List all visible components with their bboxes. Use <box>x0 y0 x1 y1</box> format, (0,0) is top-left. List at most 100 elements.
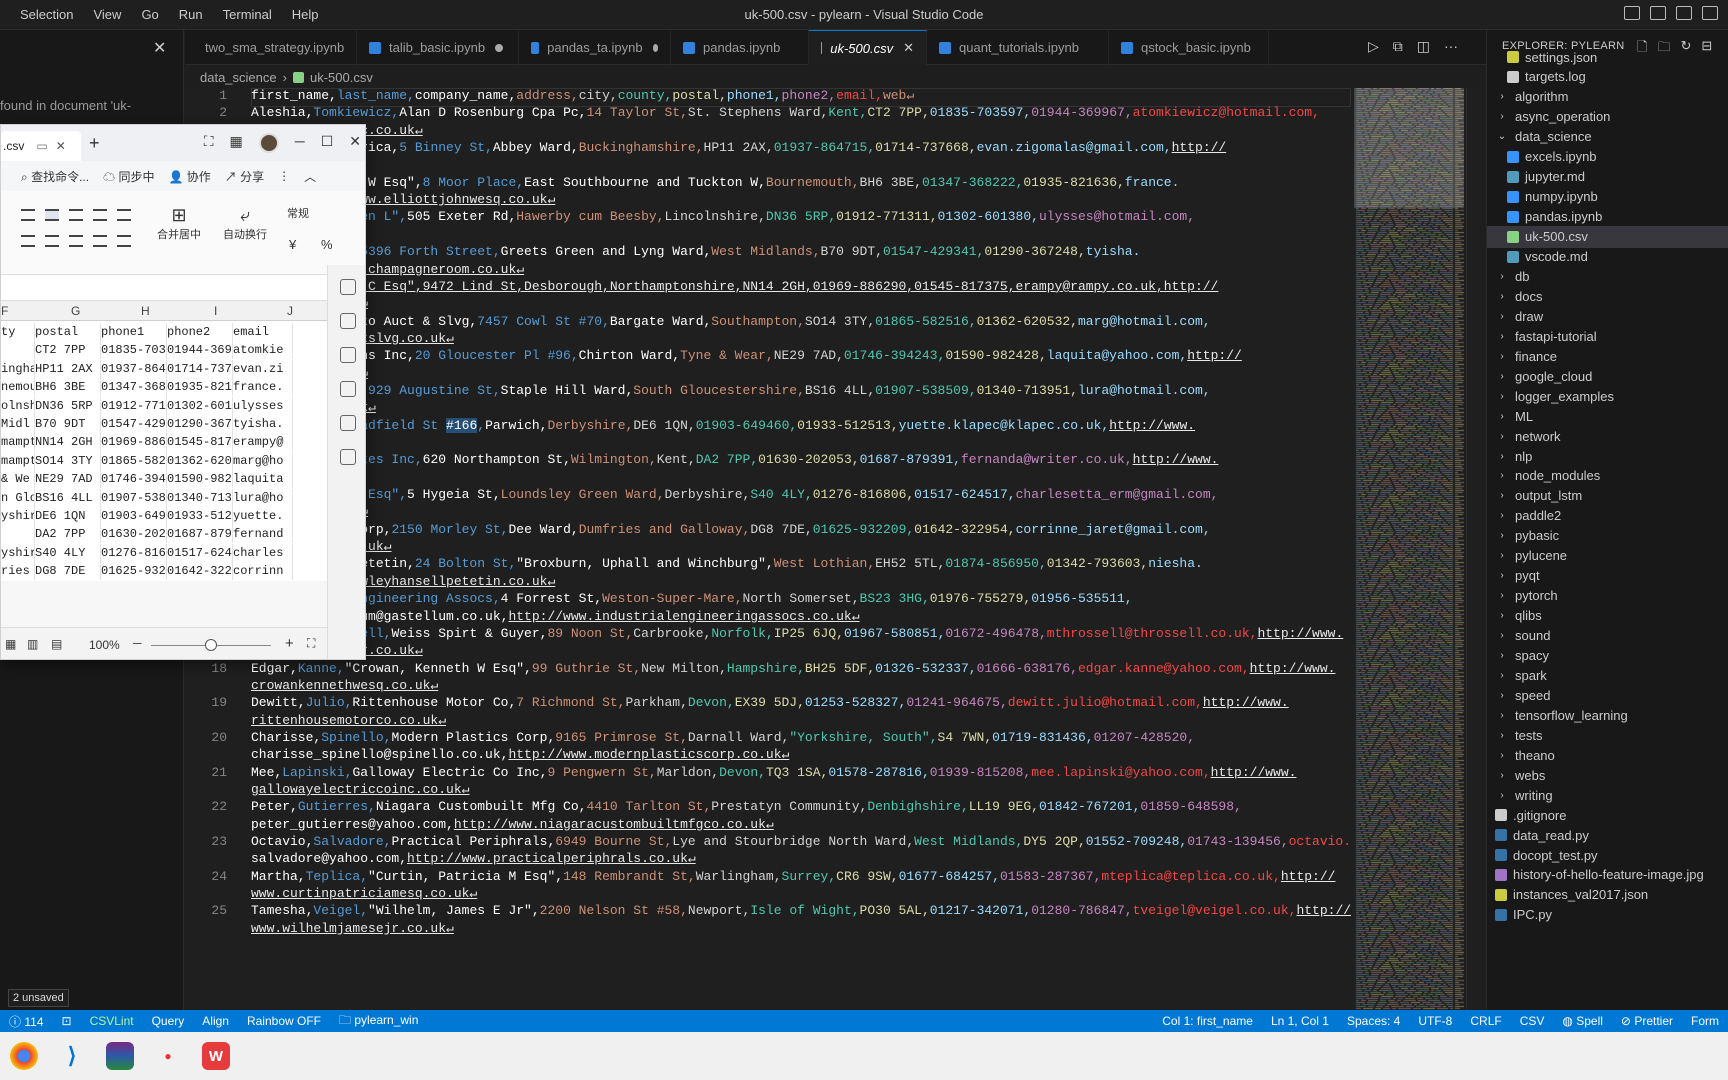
outdent-icon[interactable] <box>117 209 131 221</box>
align-left-icon[interactable] <box>21 235 35 247</box>
file-item[interactable]: uk-500.csv <box>1487 225 1728 248</box>
folder-item[interactable]: › google_cloud <box>1487 365 1728 387</box>
percent-button[interactable]: % <box>321 237 333 252</box>
code-line[interactable]: 22 Peter,Gutierres,Niagara Custombuilt Mf… <box>185 799 1353 818</box>
csvlint-item[interactable]: CSVLint <box>81 1014 143 1028</box>
table-cell[interactable]: 01687-879 <box>167 525 233 544</box>
folder-item[interactable]: › docs <box>1487 285 1728 307</box>
customize-layout-icon[interactable] <box>1702 6 1718 20</box>
file-item[interactable]: numpy.ipynb <box>1487 186 1728 208</box>
align-item[interactable]: Align <box>193 1014 238 1028</box>
menu-terminal[interactable]: Terminal <box>213 0 282 30</box>
code-line[interactable]: www.curtinpatriciamesq.co.uk↵ <box>185 886 1353 905</box>
table-cell[interactable]: 01912-771 <box>101 396 167 415</box>
split-editor-icon[interactable]: ◫ <box>1417 38 1430 55</box>
table-cell[interactable]: 01340-713 <box>167 488 233 507</box>
table-cell[interactable]: SO14 3TY <box>35 451 101 470</box>
folder-item[interactable]: › pylucene <box>1487 545 1728 567</box>
table-cell[interactable]: DN36 5RP <box>35 396 101 415</box>
line-ending[interactable]: CRLF <box>1461 1014 1510 1028</box>
open-changes-icon[interactable]: ⧉ <box>1393 38 1403 55</box>
code-line[interactable]: 24 Martha,Teplica,"Curtin, Patricia M Esq… <box>185 869 1353 888</box>
tab-two-sma-strategy[interactable]: two_sma_strategy.ipynb <box>185 30 357 65</box>
table-cell[interactable]: S40 4LY <box>35 543 101 562</box>
file-item[interactable]: IPC.py <box>1487 904 1728 926</box>
folder-item[interactable]: › node_modules <box>1487 465 1728 487</box>
folder-item[interactable]: › spark <box>1487 664 1728 686</box>
folder-item[interactable]: › theano <box>1487 744 1728 766</box>
folder-item[interactable]: › tensorflow_learning <box>1487 704 1728 726</box>
folder-item[interactable]: › pyqt <box>1487 565 1728 587</box>
table-cell[interactable]: 01642-322 <box>167 562 233 581</box>
table-cell[interactable]: 01969-886 <box>101 433 167 452</box>
table-cell[interactable]: ulysses <box>233 396 293 415</box>
table-cell[interactable]: lura@ho <box>233 488 293 507</box>
table-cell[interactable]: corrinn <box>233 562 293 581</box>
table-cell[interactable]: olnsh <box>1 396 35 415</box>
table-cell[interactable]: 01746-394 <box>101 470 167 489</box>
file-item[interactable]: targets.log <box>1487 66 1728 88</box>
problems-count[interactable]: ⓘ 114 <box>0 1013 53 1030</box>
minimize-icon[interactable]: ─ <box>295 133 305 153</box>
collapse-ribbon-icon[interactable]: ︿ <box>304 168 316 185</box>
breadcrumb-file[interactable]: uk-500.csv <box>310 70 373 85</box>
file-item[interactable]: data_read.py <box>1487 824 1728 846</box>
code-line[interactable]: 2 Aleshia,Tomkiewicz,Alan D Rosenburg Cpa… <box>185 105 1353 124</box>
code-line[interactable]: gallowayelectriccoinc.co.uk↵ <box>185 782 1353 801</box>
code-line[interactable]: www.wilhelmjamesejr.co.uk↵ <box>185 921 1353 940</box>
column-header-i[interactable]: I <box>214 304 217 318</box>
menu-run[interactable]: Run <box>169 0 213 30</box>
tab-talib-basic[interactable]: talib_basic.ipynb <box>357 30 519 65</box>
table-cell[interactable]: & We <box>1 470 35 489</box>
table-cell[interactable]: laquita <box>233 470 293 489</box>
table-cell[interactable]: NN14 2GH <box>35 433 101 452</box>
table-cell[interactable]: DE6 1QN <box>35 507 101 525</box>
sync-button[interactable]: ☁ 同步中 <box>103 168 154 185</box>
toggle-secondary-sidebar-icon[interactable] <box>1676 6 1692 20</box>
rainbow-item[interactable]: Rainbow OFF <box>238 1014 330 1028</box>
zoom-in-icon[interactable]: + <box>285 635 294 652</box>
code-line[interactable]: salvadore@yahoo.com,http://www.practical… <box>185 851 1353 870</box>
file-item[interactable]: docopt_test.py <box>1487 844 1728 866</box>
code-line[interactable]: peter_gutierres@yahoo.com,http://www.nia… <box>185 817 1353 836</box>
fit-screen-icon[interactable]: ⛶ <box>307 636 315 651</box>
table-cell[interactable] <box>1 525 35 544</box>
folder-item[interactable]: › pybasic <box>1487 525 1728 547</box>
encoding[interactable]: UTF-8 <box>1409 1014 1461 1028</box>
normal-view-icon[interactable]: ▦ <box>5 637 16 651</box>
collab-button[interactable]: 👤 协作 <box>168 168 210 185</box>
file-item[interactable]: instances_val2017.json <box>1487 884 1728 906</box>
table-cell[interactable]: phone1 <box>101 323 167 341</box>
language-mode[interactable]: CSV <box>1511 1014 1554 1028</box>
table-cell[interactable]: france. <box>233 378 293 397</box>
tab-qstock-basic[interactable]: qstock_basic.ipynb <box>1109 30 1269 65</box>
image-icon[interactable] <box>340 381 356 397</box>
more-actions-icon[interactable]: ··· <box>1444 38 1458 55</box>
folder-item[interactable]: › nlp <box>1487 445 1728 467</box>
code-line[interactable]: rittenhousemotorco.co.uk↵ <box>185 713 1353 732</box>
zoom-out-icon[interactable]: ─ <box>133 636 142 650</box>
file-item[interactable]: history-of-hello-feature-image.jpg <box>1487 864 1728 886</box>
folder-item[interactable]: › async_operation <box>1487 106 1728 128</box>
code-line[interactable]: charisse_spinello@spinello.co.uk,http://… <box>185 747 1353 766</box>
table-cell[interactable]: ingham <box>1 359 35 378</box>
table-cell[interactable]: tyisha. <box>233 415 293 433</box>
table-cell[interactable]: marg@ho <box>233 451 293 470</box>
record-icon[interactable]: ● <box>154 1042 182 1070</box>
close-icon[interactable]: ✕ <box>153 38 166 58</box>
editor-scrollbar[interactable] <box>1466 88 1480 1010</box>
share-button[interactable]: ↗ 分享 <box>225 168 264 185</box>
unsaved-indicator[interactable]: 2 unsaved <box>8 989 69 1007</box>
folder-item[interactable]: › finance <box>1487 345 1728 367</box>
toggle-sidebar-icon[interactable] <box>1624 6 1640 20</box>
table-cell[interactable]: BS16 4LL <box>35 488 101 507</box>
folder-item[interactable]: › logger_examples <box>1487 385 1728 407</box>
remote-icon[interactable]: ⊡ <box>53 1014 81 1028</box>
table-cell[interactable]: charles <box>233 543 293 562</box>
table-cell[interactable]: 01302-601 <box>167 396 233 415</box>
menu-selection[interactable]: Selection <box>10 0 83 30</box>
table-cell[interactable]: 01590-982 <box>167 470 233 489</box>
folder-item[interactable]: › network <box>1487 425 1728 447</box>
file-item[interactable]: pandas.ipynb <box>1487 206 1728 228</box>
folder-item[interactable]: › pytorch <box>1487 585 1728 607</box>
